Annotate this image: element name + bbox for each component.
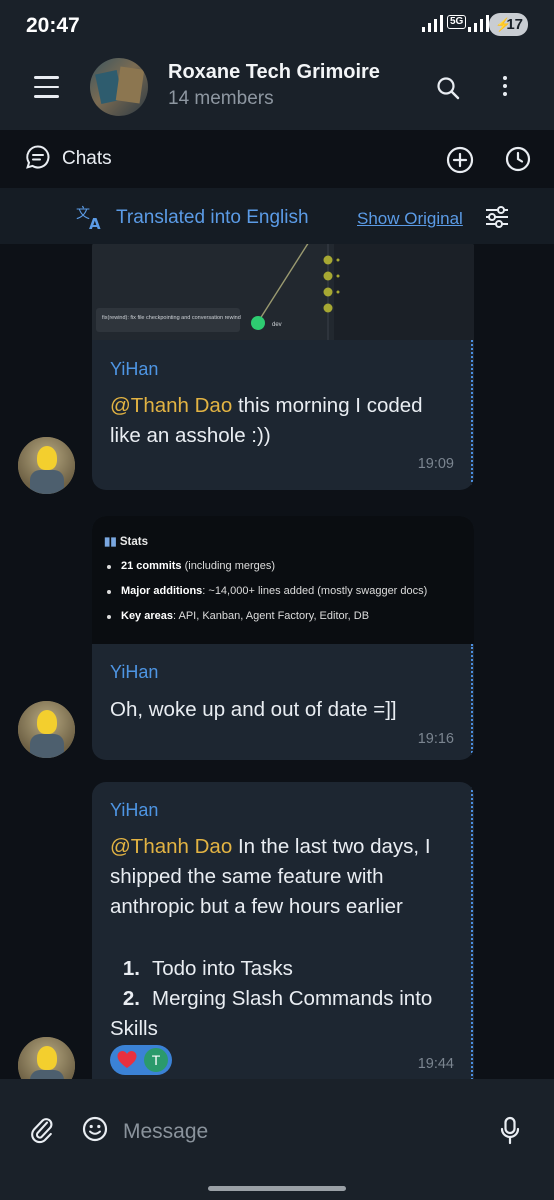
mention-link[interactable]: @Thanh Dao — [110, 835, 232, 858]
stats-list: 21 commits (including merges) Major addi… — [104, 560, 427, 635]
stats-heading: ▮▮ Stats — [104, 536, 148, 548]
stats-item: Key areas: API, Kanban, Agent Factory, E… — [104, 610, 427, 622]
reactor-avatar: T — [144, 1048, 168, 1072]
message-time: 19:44 — [417, 1056, 454, 1072]
message-text: @Thanh Dao this morning I coded like an … — [110, 391, 458, 451]
topic-bar: Chats — [0, 130, 554, 188]
battery-indicator: ⚡ 17 — [489, 13, 528, 36]
clock-history-icon[interactable] — [505, 146, 531, 172]
chat-header: Roxane Tech Grimoire 14 members — [0, 52, 554, 130]
message-text: @Thanh Dao In the last two days, I shipp… — [110, 832, 458, 922]
avatar[interactable] — [18, 1037, 75, 1079]
message-time: 19:09 — [417, 456, 454, 472]
message-bubble[interactable]: ▮▮ Stats 21 commits (including merges) M… — [92, 516, 474, 760]
message-time: 19:16 — [417, 731, 454, 747]
charging-bolt-icon: ⚡ — [495, 17, 512, 32]
group-title[interactable]: Roxane Tech Grimoire — [168, 61, 380, 84]
message-input[interactable] — [121, 1117, 475, 1147]
ordered-list-2: 2. Merging Slash Commands into Skills — [110, 984, 460, 1044]
chats-tab-label[interactable]: Chats — [62, 148, 112, 170]
chat-bubble-icon[interactable] — [25, 144, 51, 170]
filter-sliders-icon[interactable] — [484, 206, 510, 228]
stats-item: Major additions: ~14,000+ lines added (m… — [104, 585, 427, 597]
menu-icon[interactable] — [34, 76, 59, 98]
search-icon[interactable] — [436, 76, 460, 100]
svg-text:文: 文 — [76, 206, 90, 222]
message-body: Oh, woke up and out of date =]] — [110, 698, 397, 721]
sender-name[interactable]: YiHan — [110, 800, 158, 821]
compose-bar — [0, 1079, 554, 1200]
bar-chart-icon: ▮▮ — [104, 536, 117, 548]
message-bubble[interactable]: YiHan @Thanh Dao In the last two days, I… — [92, 782, 474, 1079]
stats-item: 21 commits (including merges) — [104, 560, 427, 572]
reaction-chip[interactable]: T — [110, 1045, 172, 1075]
image-caption: fix(rewind): fix file checkpointing and … — [102, 315, 241, 321]
message-bubble[interactable]: fix(rewind): fix file checkpointing and … — [92, 244, 474, 490]
signal-icon — [422, 14, 443, 32]
image-branch: dev — [272, 322, 282, 328]
translated-label: Translated into English — [116, 207, 309, 228]
list-item: 1. Todo into Tasks — [122, 957, 293, 980]
list-item: 2. Merging Slash Commands into Skills — [110, 987, 433, 1040]
translate-icon: 文 A — [76, 206, 101, 230]
heart-icon — [117, 1051, 137, 1068]
status-time: 20:47 — [26, 14, 80, 37]
paperclip-icon[interactable] — [30, 1116, 56, 1146]
group-avatar[interactable] — [90, 58, 148, 116]
message-image[interactable]: ▮▮ Stats 21 commits (including merges) M… — [92, 516, 474, 644]
mention-link[interactable]: @Thanh Dao — [110, 394, 232, 417]
sender-name[interactable]: YiHan — [110, 359, 158, 380]
add-circle-icon[interactable] — [446, 146, 474, 174]
sender-name[interactable]: YiHan — [110, 662, 158, 683]
emoji-smile-icon[interactable] — [82, 1116, 108, 1142]
microphone-icon[interactable] — [499, 1116, 521, 1146]
member-count: 14 members — [168, 88, 274, 109]
status-bar: 20:47 5G ⚡ 17 — [0, 0, 554, 52]
svg-text:A: A — [89, 215, 101, 230]
message-image[interactable]: fix(rewind): fix file checkpointing and … — [92, 244, 474, 340]
signal-icon-2 — [468, 14, 489, 32]
show-original-link[interactable]: Show Original — [357, 209, 463, 229]
more-vertical-icon[interactable] — [500, 76, 510, 100]
avatar[interactable] — [18, 701, 75, 758]
translation-bar: 文 A Translated into English Show Origina… — [0, 188, 554, 244]
avatar[interactable] — [18, 437, 75, 494]
ordered-list: 1. Todo into Tasks — [110, 954, 460, 984]
network-type: 5G — [447, 15, 467, 29]
home-indicator[interactable] — [208, 1186, 346, 1191]
message-list[interactable]: fix(rewind): fix file checkpointing and … — [0, 244, 554, 1079]
